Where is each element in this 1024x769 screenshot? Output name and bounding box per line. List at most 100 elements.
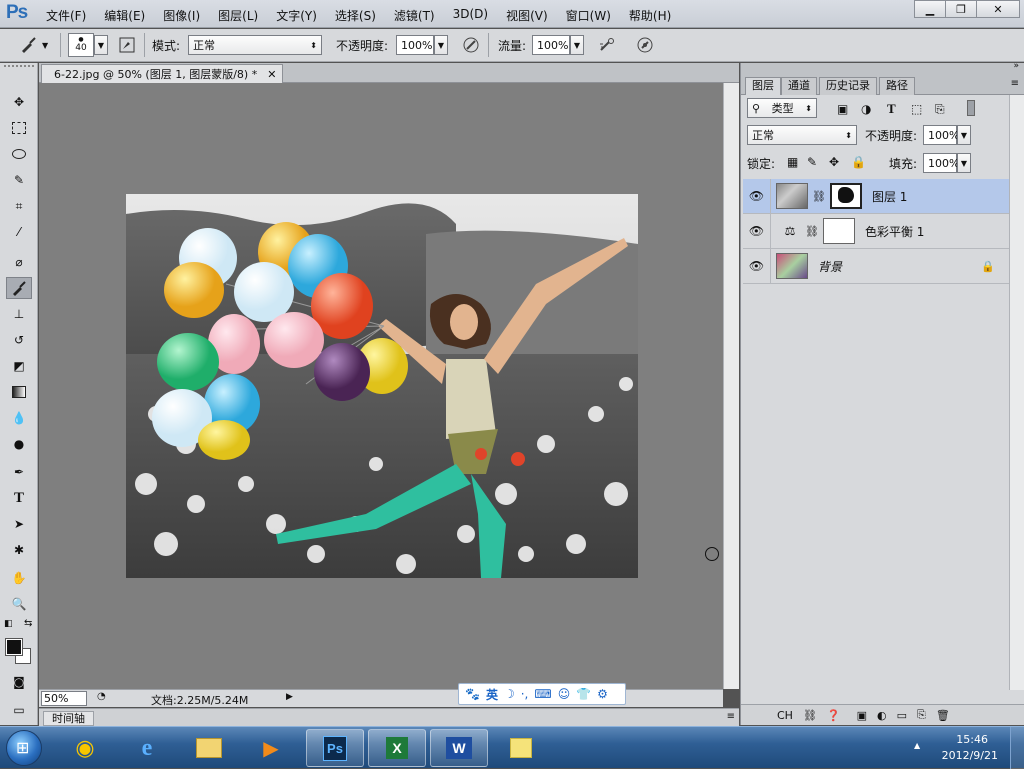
type-tool[interactable]: T bbox=[6, 487, 32, 509]
layer-opacity-input[interactable]: 100% bbox=[923, 125, 959, 145]
show-desktop-button[interactable] bbox=[1010, 727, 1024, 769]
tab-layers[interactable]: 图层 bbox=[745, 77, 781, 95]
layer-row-layer1[interactable]: 👁 ⛓ 图层 1 bbox=[743, 178, 1009, 214]
lock-transparency-icon[interactable]: ▦ bbox=[787, 155, 798, 169]
zoom-input[interactable]: 50% bbox=[41, 691, 87, 706]
history-brush-tool[interactable]: ↺ bbox=[6, 329, 32, 351]
flow-dropdown[interactable]: ▼ bbox=[570, 35, 584, 55]
new-group-icon[interactable]: ▭ bbox=[897, 709, 907, 722]
dodge-tool[interactable]: ● bbox=[6, 433, 32, 455]
zoom-tool[interactable]: 🔍 bbox=[6, 593, 32, 615]
brush-size-picker[interactable]: ● 40 ▼ bbox=[68, 33, 108, 57]
filter-smart-object-icon[interactable]: ⎘ bbox=[935, 102, 945, 117]
taskbar-explorer[interactable] bbox=[180, 729, 238, 767]
opacity-input[interactable]: 100% bbox=[396, 35, 434, 55]
toolbox-grip[interactable] bbox=[4, 65, 34, 71]
canvas-vertical-scrollbar[interactable] bbox=[723, 83, 739, 689]
document-image[interactable] bbox=[126, 194, 638, 578]
taskbar-ie[interactable]: e bbox=[118, 729, 176, 767]
start-button[interactable]: ⊞ bbox=[6, 730, 42, 766]
document-tab[interactable]: 6-22.jpg @ 50% (图层 1, 图层蒙版/8) * ✕ bbox=[41, 64, 284, 83]
tab-history[interactable]: 历史记录 bbox=[819, 77, 877, 95]
visibility-toggle[interactable]: 👁 bbox=[743, 213, 771, 249]
flow-input[interactable]: 100% bbox=[532, 35, 570, 55]
ime-language[interactable]: 英 bbox=[486, 686, 498, 703]
fill-dropdown[interactable]: ▼ bbox=[957, 153, 971, 173]
filter-pixel-icon[interactable]: ▣ bbox=[837, 102, 848, 116]
fx-icon[interactable]: ▣ bbox=[857, 709, 867, 722]
brush-panel-toggle[interactable] bbox=[116, 35, 138, 55]
panel-menu-icon[interactable]: ≡ bbox=[1011, 78, 1019, 89]
eyedropper-tool[interactable]: ⁄ bbox=[6, 221, 32, 243]
path-select-tool[interactable]: ➤ bbox=[6, 513, 32, 535]
taskbar-media-player[interactable]: ▶ bbox=[242, 729, 300, 767]
menu-view[interactable]: 视图(V) bbox=[506, 7, 548, 24]
taskbar-excel[interactable]: X bbox=[368, 729, 426, 767]
filter-type-icon[interactable]: T bbox=[887, 101, 896, 117]
delete-layer-icon[interactable]: 🗑 bbox=[936, 709, 950, 722]
foreground-color-swatch[interactable] bbox=[5, 638, 23, 656]
pressure-size-button[interactable] bbox=[634, 35, 656, 55]
airbrush-button[interactable] bbox=[596, 35, 618, 55]
menu-image[interactable]: 图像(I) bbox=[163, 7, 200, 24]
menu-type[interactable]: 文字(Y) bbox=[276, 7, 317, 24]
menu-layer[interactable]: 图层(L) bbox=[218, 7, 258, 24]
restore-button[interactable]: ❐ bbox=[945, 0, 977, 18]
panel-collapse-bar[interactable]: » bbox=[741, 61, 1024, 75]
timeline-tab[interactable]: 时间轴 bbox=[43, 711, 94, 726]
quick-mask-button[interactable]: ◙ bbox=[6, 671, 32, 693]
link-chain-icon[interactable]: ⛓ bbox=[812, 190, 826, 203]
blur-tool[interactable]: 💧 bbox=[6, 407, 32, 429]
hand-tool[interactable]: ✋ bbox=[6, 567, 32, 589]
clock-date[interactable]: 2012/9/21 bbox=[942, 749, 998, 762]
brush-tool[interactable] bbox=[6, 277, 32, 299]
menu-3d[interactable]: 3D(D) bbox=[453, 7, 488, 24]
timeline-menu-icon[interactable]: ≡ bbox=[727, 711, 735, 722]
brush-size-dropdown[interactable]: ▼ bbox=[94, 35, 108, 55]
pen-tool[interactable]: ✒ bbox=[6, 461, 32, 483]
tab-channels[interactable]: 通道 bbox=[781, 77, 817, 95]
blend-mode-select[interactable]: 正常 ⬍ bbox=[747, 125, 857, 145]
default-colors-icon[interactable]: ◧ bbox=[4, 619, 13, 629]
tab-paths[interactable]: 路径 bbox=[879, 77, 915, 95]
layer-row-background[interactable]: 👁 背景 🔒 bbox=[743, 248, 1009, 284]
gradient-tool[interactable] bbox=[6, 381, 32, 403]
menu-help[interactable]: 帮助(H) bbox=[629, 7, 671, 24]
layer-mask-thumbnail[interactable] bbox=[829, 183, 862, 209]
custom-shape-tool[interactable]: ✱ bbox=[6, 539, 32, 561]
menu-select[interactable]: 选择(S) bbox=[335, 7, 376, 24]
close-window-button[interactable]: ✕ bbox=[976, 0, 1020, 18]
link-chain-icon[interactable]: ⛓ bbox=[805, 225, 819, 238]
swap-colors-icon[interactable]: ⇆ bbox=[24, 618, 32, 629]
close-tab-icon[interactable]: ✕ bbox=[267, 68, 276, 81]
user-icon[interactable]: ☺ bbox=[558, 687, 571, 701]
moon-icon[interactable]: ☽ bbox=[504, 687, 515, 701]
menu-filter[interactable]: 滤镜(T) bbox=[394, 7, 435, 24]
fill-input[interactable]: 100% bbox=[923, 153, 959, 173]
collapse-icon[interactable]: » bbox=[1013, 61, 1019, 71]
ime-toolbar[interactable]: 🐾 英 ☽ ·, ⌨ ☺ 👕 ⚙ bbox=[458, 683, 626, 705]
clock-time[interactable]: 15:46 bbox=[956, 733, 988, 746]
menu-file[interactable]: 文件(F) bbox=[46, 7, 86, 24]
eraser-tool[interactable]: ◩ bbox=[6, 355, 32, 377]
add-mask-icon[interactable]: ◐ bbox=[877, 709, 887, 722]
taskbar-sticky-notes[interactable] bbox=[492, 729, 550, 767]
filter-shape-icon[interactable]: ⬚ bbox=[911, 102, 922, 116]
taskbar-word[interactable]: W bbox=[430, 729, 488, 767]
lock-pixels-icon[interactable]: ✎ bbox=[807, 155, 817, 169]
clone-stamp-tool[interactable]: ⊥ bbox=[6, 303, 32, 325]
screen-mode-button[interactable]: ▭ bbox=[6, 699, 32, 721]
lock-all-icon[interactable]: 🔒 bbox=[851, 155, 866, 169]
status-menu-arrow-icon[interactable]: ▶ bbox=[286, 692, 293, 702]
settings-gear-icon[interactable]: ⚙ bbox=[597, 687, 608, 701]
minimize-button[interactable]: ▁ bbox=[914, 0, 946, 18]
taskbar-360-browser[interactable]: ◉ bbox=[56, 729, 114, 767]
layer-row-color-balance[interactable]: 👁 ⚖ ⛓ 色彩平衡 1 bbox=[743, 213, 1009, 249]
visibility-toggle[interactable]: 👁 bbox=[743, 178, 771, 214]
lock-position-icon[interactable]: ✥ bbox=[829, 155, 839, 169]
quick-select-tool[interactable]: ✎ bbox=[6, 169, 32, 191]
healing-brush-tool[interactable]: ⌀ bbox=[6, 251, 32, 273]
link-layers-icon[interactable]: ⛓ bbox=[803, 709, 817, 722]
marquee-tool[interactable] bbox=[6, 117, 32, 139]
pressure-opacity-button[interactable] bbox=[460, 35, 482, 55]
